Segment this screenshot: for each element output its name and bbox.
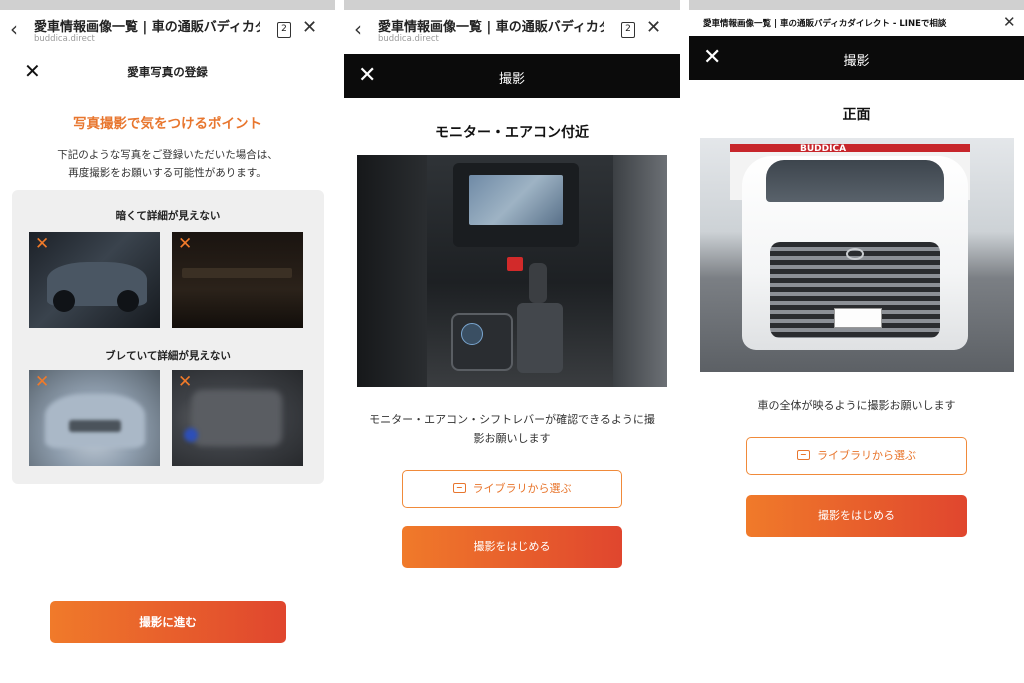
back-icon[interactable]: ‹ [354,19,362,39]
line-browser-bar: 愛車情報画像一覧 | 車の通販バディカダイレクト - LINEで相談 ✕ [689,10,1024,36]
example-blurry-car-image: ✕ [29,370,160,466]
wheel-shape [53,290,75,312]
browser-bar: ‹ 愛車情報画像一覧 | 車の通販バディカダ... buddica.direct… [0,10,335,50]
bad-examples-panel: 暗くて詳細が見えない ✕ ✕ ブレていて詳細が見えない ✕ ✕ [12,190,324,484]
example-dark-underbody-image: ✕ [172,232,303,328]
modal-header: ✕ 愛車写真の登録 [0,55,335,91]
wheel-shape [117,290,139,312]
library-button[interactable]: ライブラリから選ぶ [402,470,622,508]
status-strip [0,0,335,10]
shoot-front-screen: 愛車情報画像一覧 | 車の通販バディカダイレクト - LINEで相談 ✕ ✕ 撮… [689,0,1024,683]
browser-domain: buddica.direct [34,34,95,44]
shot-title: モニター・エアコン付近 [435,125,589,141]
shoot-header: ✕ 撮影 [689,36,1024,80]
shift-lever [529,263,547,303]
ng-cross-icon: ✕ [178,372,193,392]
shop-sign-text: BUDDICA [800,144,847,154]
description-line: 下記のような写真をご登録いただいた場合は、 [57,149,278,161]
header-title: 撮影 [843,54,870,69]
description: 下記のような写真をご登録いただいた場合は、 再度撮影をお願いする可能性があります… [20,146,315,182]
caption-line: 影お願いします [473,432,551,445]
browser-title: 愛車情報画像一覧 | 車の通販バディカダ... [34,20,260,35]
tab-count-badge[interactable]: 2 [277,22,291,38]
brand-emblem [846,248,864,260]
back-icon[interactable]: ‹ [10,19,18,39]
example-blurry-engine-image: ✕ [172,370,303,466]
aircon-panel [451,313,513,371]
proceed-button[interactable]: 撮影に進む [50,601,286,643]
point-heading: 写真撮影で気をつけるポイント [73,116,262,132]
image-icon [452,483,466,493]
status-strip [344,0,680,10]
close-icon[interactable]: ✕ [302,18,317,38]
example-dark-car-image: ✕ [29,232,160,328]
close-icon[interactable]: ✕ [646,18,661,38]
shift-gate [517,303,563,373]
start-shoot-button[interactable]: 撮影をはじめる [746,495,967,537]
image-icon [797,450,810,460]
status-strip [689,0,1024,10]
ng-cross-icon: ✕ [178,234,193,254]
close-icon[interactable]: ✕ [1003,13,1016,31]
browser-title: 愛車情報画像一覧 | 車の通販バディカダイレクト - LINEで相談 [703,19,947,29]
browser-bar: ‹ 愛車情報画像一覧 | 車の通販バディカダ... buddica.direct… [344,10,680,50]
caption-line: モニター・エアコン・シフトレバーが確認できるように撮 [369,413,655,426]
license-plate [834,308,882,328]
sample-dashboard-photo [357,155,667,387]
shoot-header: ✕ 撮影 [344,54,680,98]
windshield [766,160,944,202]
hazard-button [507,257,523,271]
dash-right [613,155,667,387]
grille-shape [69,420,121,432]
cap-shape [184,428,198,442]
description-line: 再度撮影をお願いする可能性があります。 [68,167,267,179]
section-label-dark: 暗くて詳細が見えない [115,210,221,222]
header-title: 撮影 [498,72,525,87]
tab-count-badge[interactable]: 2 [621,22,635,38]
aircon-dial [461,323,483,345]
library-button[interactable]: ライブラリから選ぶ [746,437,967,475]
start-shoot-button[interactable]: 撮影をはじめる [402,526,622,568]
shot-title: 正面 [842,107,871,123]
monitor-screen [469,175,563,225]
browser-title: 愛車情報画像一覧 | 車の通販バディカダ... [378,20,604,35]
ng-cross-icon: ✕ [35,234,50,254]
modal-title: 愛車写真の登録 [127,65,208,79]
engine-shape [192,390,282,446]
dash-left [357,155,427,387]
register-photo-screen: ‹ 愛車情報画像一覧 | 車の通販バディカダ... buddica.direct… [0,0,335,683]
library-button-label: ライブラリから選ぶ [472,482,572,495]
shoot-monitor-screen: ‹ 愛車情報画像一覧 | 車の通販バディカダ... buddica.direct… [344,0,680,683]
sample-front-car-photo: BUDDICA [700,138,1014,372]
caption: モニター・エアコン・シフトレバーが確認できるように撮 影お願いします [358,410,666,448]
ng-cross-icon: ✕ [35,372,50,392]
browser-domain: buddica.direct [378,34,439,44]
library-button-label: ライブラリから選ぶ [817,449,916,462]
section-label-blur: ブレていて詳細が見えない [105,350,231,362]
caption: 車の全体が映るように撮影お願いします [757,399,956,412]
shape [182,268,292,278]
